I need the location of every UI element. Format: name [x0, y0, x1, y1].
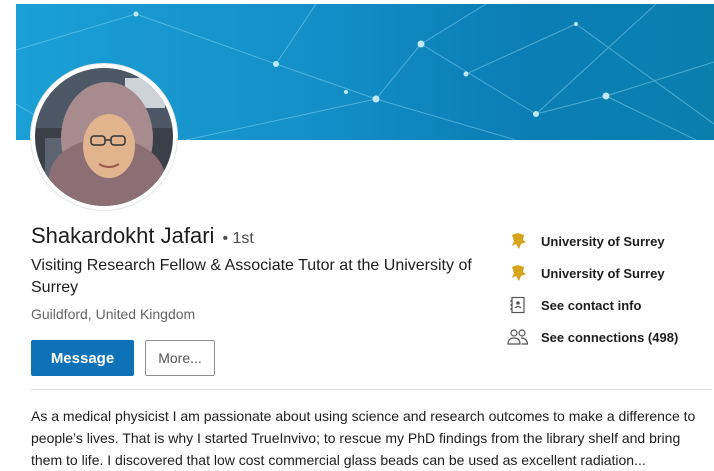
profile-location: Guildford, United Kingdom — [31, 306, 196, 322]
university-crest-icon — [507, 231, 529, 251]
avatar[interactable] — [35, 68, 173, 206]
avatar-photo — [35, 68, 173, 206]
contact-info-link[interactable]: See contact info — [507, 289, 707, 321]
education-link-2[interactable]: University of Surrey — [507, 257, 707, 289]
university-crest-icon — [507, 263, 529, 283]
section-divider — [31, 389, 712, 390]
education-link-1[interactable]: University of Surrey — [507, 225, 707, 257]
people-icon — [507, 327, 529, 347]
more-button[interactable]: More... — [145, 340, 215, 376]
connections-label[interactable]: See connections (498) — [541, 330, 678, 345]
contact-card-icon — [507, 295, 529, 315]
message-button[interactable]: Message — [31, 340, 134, 376]
profile-name-row: Shakardokht Jafari • 1st — [31, 223, 254, 249]
connections-link[interactable]: See connections (498) — [507, 321, 707, 353]
profile-side-links: University of Surrey University of Surre… — [507, 225, 707, 353]
profile-photo-frame[interactable] — [31, 64, 177, 210]
contact-info-label[interactable]: See contact info — [541, 298, 641, 313]
connection-degree: • 1st — [222, 230, 254, 247]
profile-headline: Visiting Research Fellow & Associate Tut… — [31, 257, 472, 296]
education-label[interactable]: University of Surrey — [541, 234, 665, 249]
profile-summary: As a medical physicist I am passionate a… — [31, 408, 696, 468]
education-label[interactable]: University of Surrey — [541, 266, 665, 281]
profile-name: Shakardokht Jafari — [31, 223, 215, 248]
